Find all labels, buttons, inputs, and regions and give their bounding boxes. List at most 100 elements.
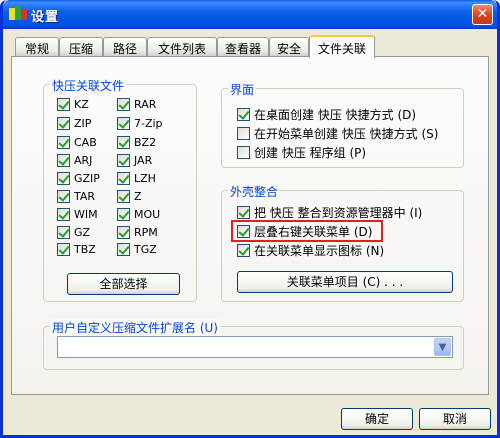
checkbox-box[interactable] [57, 153, 70, 167]
tab-compress[interactable]: 压缩 [59, 37, 103, 56]
group-title: 界面 [228, 81, 257, 98]
assoc-tbz-checkbox[interactable]: TBZ [57, 241, 96, 257]
group-title: 快压关联文件 [50, 77, 127, 94]
checkbox-box[interactable] [117, 153, 130, 167]
ok-button[interactable]: 确定 [341, 408, 413, 430]
tab-label: 查看器 [224, 42, 261, 56]
checkbox-box[interactable] [117, 189, 130, 203]
annotation-highlight-box [231, 220, 383, 242]
checkbox-box[interactable] [57, 207, 70, 221]
checkbox-box[interactable] [117, 135, 130, 149]
checkbox-label: TBZ [74, 242, 96, 256]
checkbox-box[interactable] [117, 225, 130, 239]
checkbox-label: GZ [74, 225, 91, 239]
assoc-kz-checkbox[interactable]: KZ [57, 96, 89, 112]
checkbox-box[interactable] [57, 171, 70, 185]
checkbox-box[interactable] [57, 116, 70, 130]
checkbox-label: RAR [134, 97, 157, 111]
assoc-tgz-checkbox[interactable]: TGZ [117, 241, 157, 257]
assoc-rpm-checkbox[interactable]: RPM [117, 224, 158, 240]
context-menu-items-button[interactable]: 关联菜单项目 (C) . . . [237, 271, 453, 293]
assoc-z-checkbox[interactable]: Z [117, 188, 142, 204]
checkbox-box[interactable] [57, 225, 70, 239]
tab-file-list[interactable]: 文件列表 [147, 37, 217, 56]
checkbox-label: LZH [134, 171, 156, 185]
checkbox-box[interactable] [237, 126, 250, 140]
checkbox-label: TGZ [134, 242, 157, 256]
checkbox-label: 创建 快压 程序组 (P) [254, 145, 367, 160]
checkbox-box[interactable] [57, 242, 70, 256]
assoc-cab-checkbox[interactable]: CAB [57, 134, 97, 150]
tab-label: 文件关联 [317, 42, 366, 56]
start-menu-shortcut-checkbox[interactable]: 在开始菜单创建 快压 快捷方式 (S) [237, 125, 438, 141]
checkbox-label: ZIP [74, 116, 92, 130]
assoc-bz2-checkbox[interactable]: BZ2 [117, 134, 156, 150]
cancel-button[interactable]: 取消 [419, 408, 491, 430]
checkbox-box[interactable] [237, 107, 250, 121]
window-title: 设置 [31, 10, 60, 25]
checkbox-label: 把 快压 整合到资源管理器中 (I) [254, 205, 423, 220]
checkbox-box[interactable] [117, 207, 130, 221]
assoc-lzh-checkbox[interactable]: LZH [117, 170, 156, 186]
checkbox-label: TAR [74, 189, 96, 203]
checkbox-box[interactable] [57, 97, 70, 111]
checkbox-box[interactable] [117, 242, 130, 256]
checkbox-label: GZIP [74, 171, 100, 185]
tab-label: 文件列表 [157, 42, 206, 56]
assoc-mou-checkbox[interactable]: MOU [117, 206, 160, 222]
assoc-gz-checkbox[interactable]: GZ [57, 224, 90, 240]
tab-label: 路径 [112, 42, 137, 56]
integrate-explorer-checkbox[interactable]: 把 快压 整合到资源管理器中 (I) [237, 204, 422, 220]
checkbox-label: CAB [74, 135, 97, 149]
tab-viewer[interactable]: 查看器 [217, 37, 269, 56]
checkbox-label: 在开始菜单创建 快压 快捷方式 (S) [254, 126, 439, 141]
checkbox-label: ARJ [74, 153, 93, 167]
select-all-button[interactable]: 全部选择 [67, 273, 180, 295]
assoc-gzip-checkbox[interactable]: GZIP [57, 170, 100, 186]
checkbox-box[interactable] [237, 243, 250, 257]
settings-dialog: 设置 ✕ 常规 压缩 路径 文件列表 查看器 安全 文件关联 快压关联文件 KZ… [0, 0, 500, 438]
checkbox-label: KZ [74, 97, 89, 111]
assoc-jar-checkbox[interactable]: JAR [117, 152, 152, 168]
tab-general[interactable]: 常规 [15, 37, 59, 56]
assoc-arj-checkbox[interactable]: ARJ [57, 152, 92, 168]
menu-icons-checkbox[interactable]: 在关联菜单显示图标 (N) [237, 242, 384, 258]
group-title: 外壳整合 [228, 183, 281, 200]
chevron-down-icon[interactable]: ▼ [434, 338, 451, 356]
checkbox-box[interactable] [117, 97, 130, 111]
tab-file-association[interactable]: 文件关联 [309, 35, 375, 58]
checkbox-label: WIM [74, 207, 98, 221]
checkbox-label: RPM [134, 225, 158, 239]
tab-label: 常规 [24, 42, 49, 56]
title-bar[interactable]: 设置 ✕ [3, 0, 497, 29]
checkbox-box[interactable] [237, 145, 250, 159]
group-title: 用户自定义压缩文件扩展名 (U) [50, 319, 220, 336]
desktop-shortcut-checkbox[interactable]: 在桌面创建 快压 快捷方式 (D) [237, 106, 416, 122]
close-icon: ✕ [476, 6, 489, 22]
tab-security[interactable]: 安全 [269, 37, 309, 56]
checkbox-label: 在桌面创建 快压 快捷方式 (D) [254, 107, 417, 122]
checkbox-label: 7-Zip [134, 116, 163, 130]
tab-label: 安全 [276, 42, 301, 56]
close-button[interactable]: ✕ [472, 4, 493, 25]
assoc-zip-checkbox[interactable]: ZIP [57, 115, 91, 131]
checkbox-label: Z [134, 189, 142, 203]
assoc-wim-checkbox[interactable]: WIM [57, 206, 98, 222]
checkbox-label: MOU [134, 207, 161, 221]
checkbox-box[interactable] [117, 171, 130, 185]
program-group-checkbox[interactable]: 创建 快压 程序组 (P) [237, 144, 366, 160]
checkbox-box[interactable] [57, 189, 70, 203]
assoc-rar-checkbox[interactable]: RAR [117, 96, 156, 112]
tab-path[interactable]: 路径 [103, 37, 147, 56]
tab-label: 压缩 [68, 42, 93, 56]
checkbox-label: BZ2 [134, 135, 157, 149]
checkbox-box[interactable] [57, 135, 70, 149]
custom-extension-combobox[interactable]: ▼ [57, 336, 453, 358]
checkbox-box[interactable] [117, 116, 130, 130]
app-logo-icon [9, 6, 27, 20]
assoc-tar-checkbox[interactable]: TAR [57, 188, 95, 204]
tab-strip: 常规 压缩 路径 文件列表 查看器 安全 文件关联 [11, 35, 491, 58]
checkbox-box[interactable] [237, 205, 250, 219]
checkbox-label: 在关联菜单显示图标 (N) [254, 243, 385, 258]
assoc-7zip-checkbox[interactable]: 7-Zip [117, 115, 163, 131]
